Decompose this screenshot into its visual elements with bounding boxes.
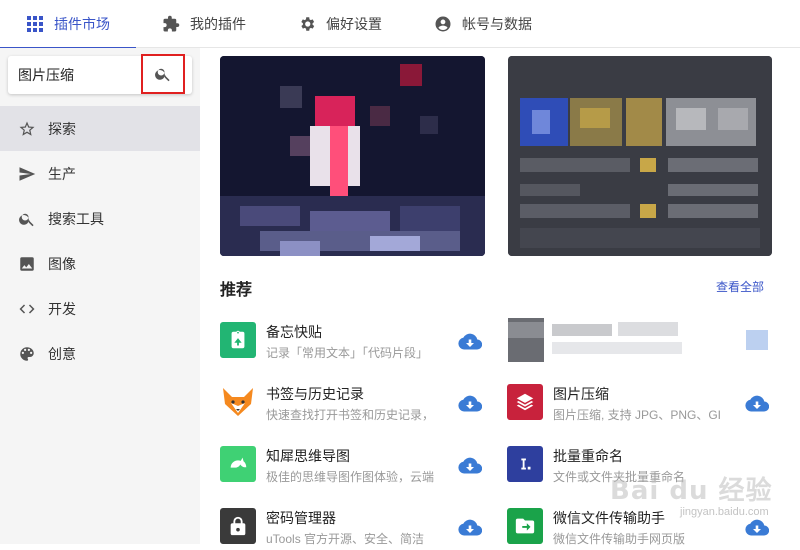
blurred-plugin-item (508, 318, 770, 364)
plugin-name: 微信文件传输助手 (553, 510, 665, 526)
search-icon (155, 68, 170, 82)
fox-icon (220, 384, 256, 420)
plugin-item[interactable]: 备忘快贴 记录「常用文本」「代码片段」 (220, 320, 483, 364)
clipboard-icon (220, 322, 256, 358)
code-icon (19, 304, 35, 313)
sidebar-item-label: 探索 (48, 120, 76, 137)
plugin-name: 密码管理器 (266, 510, 336, 526)
rename-icon (507, 446, 543, 482)
plugin-name: 知犀思维导图 (266, 448, 350, 464)
star-icon (19, 121, 35, 136)
tab-preferences[interactable]: 偏好设置 (272, 0, 408, 48)
rhino-icon (220, 446, 256, 482)
sidebar-item-label: 创意 (48, 345, 76, 362)
see-all-link[interactable]: 查看全部 (716, 278, 764, 295)
sidebar-nav: 探索 生产 搜索工具 图像 开发 创意 (0, 106, 200, 376)
sidebar-item-label: 开发 (48, 300, 76, 317)
plugin-description: 极佳的思维导图作图体验，云端 (266, 470, 435, 484)
plugin-description: 图片压缩, 支持 JPG、PNG、GI (553, 408, 722, 422)
sidebar-item-creative[interactable]: 创意 (0, 331, 200, 376)
sidebar-item-image[interactable]: 图像 (0, 241, 200, 286)
palette-icon (20, 346, 34, 361)
sidebar-item-label: 图像 (48, 255, 76, 272)
plugin-item[interactable]: 密码管理器 uTools 官方开源、安全、简洁 (220, 506, 483, 550)
download-icon[interactable] (458, 518, 483, 538)
tab-label: 帐号与数据 (462, 16, 532, 32)
sidebar-item-label: 生产 (48, 165, 76, 182)
plugin-name: 备忘快贴 (266, 324, 322, 340)
tab-my-plugins[interactable]: 我的插件 (136, 0, 272, 48)
watermark: Bai du 经验 (610, 476, 773, 506)
gear-icon (301, 17, 315, 31)
image-icon (20, 256, 34, 271)
sidebar-item-explore[interactable]: 探索 (0, 106, 200, 151)
top-tab-bar: 插件市场 我的插件 偏好设置 帐号与数据 (0, 0, 800, 49)
plugin-item[interactable]: 知犀思维导图 极佳的思维导图作图体验，云端 (220, 444, 483, 488)
sidebar-item-label: 搜索工具 (48, 210, 104, 227)
plugin-description: uTools 官方开源、安全、简洁 (266, 532, 425, 546)
section-title: 推荐 (220, 282, 253, 299)
send-icon (19, 166, 36, 181)
download-icon[interactable] (745, 394, 770, 414)
download-icon[interactable] (458, 394, 483, 414)
plugin-name: 书签与历史记录 (266, 386, 364, 402)
search-icon (19, 213, 34, 226)
grid-icon (27, 16, 43, 32)
lock-icon (220, 508, 256, 544)
plugin-description: 微信文件传输助手网页版 (553, 532, 686, 546)
tab-plugin-market[interactable]: 插件市场 (0, 0, 136, 49)
search-input[interactable] (18, 56, 148, 94)
layers-icon (507, 384, 543, 420)
plugin-item[interactable]: 图片压缩 图片压缩, 支持 JPG、PNG、GI (507, 382, 770, 426)
download-icon[interactable] (458, 456, 483, 476)
banner-artwork (220, 56, 485, 256)
download-icon[interactable] (458, 332, 483, 352)
tab-account-data[interactable]: 帐号与数据 (408, 0, 558, 48)
puzzle-icon (163, 15, 180, 32)
plugin-description: 快速查找打开书签和历史记录， (266, 408, 435, 422)
tab-label: 偏好设置 (326, 16, 382, 32)
sidebar-item-productivity[interactable]: 生产 (0, 151, 200, 196)
account-icon (435, 16, 451, 32)
plugin-item[interactable]: 书签与历史记录 快速查找打开书签和历史记录， (220, 382, 483, 426)
download-icon[interactable] (745, 518, 770, 538)
banner-artwork (508, 56, 772, 256)
sidebar-item-search-tools[interactable]: 搜索工具 (0, 196, 200, 241)
sidebar: 探索 生产 搜索工具 图像 开发 创意 (0, 48, 200, 544)
featured-banner-left[interactable] (220, 56, 485, 256)
watermark-url: jingyan.baidu.com (680, 506, 769, 518)
tab-label: 我的插件 (190, 16, 246, 32)
plugin-name: 批量重命名 (553, 448, 623, 464)
tab-label: 插件市场 (54, 16, 110, 32)
transfer-icon (507, 508, 543, 544)
plugin-name: 图片压缩 (553, 386, 609, 402)
search-button[interactable] (141, 54, 185, 94)
sidebar-item-develop[interactable]: 开发 (0, 286, 200, 331)
featured-banner-right[interactable] (508, 56, 772, 256)
plugin-description: 记录「常用文本」「代码片段」 (266, 346, 429, 360)
